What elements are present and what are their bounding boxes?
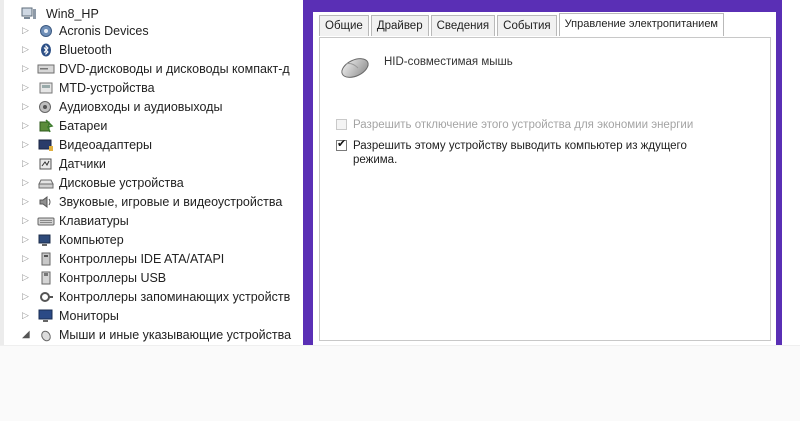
tree-item-label: Контроллеры запоминающих устройств	[59, 289, 291, 304]
expand-arrow-icon[interactable]: ▷	[22, 40, 31, 59]
audio-io-icon	[37, 100, 55, 114]
disk-drive-icon	[37, 176, 55, 190]
tree-item-dvd[interactable]: ▷ DVD-дисководы и дисководы компакт-д	[22, 59, 290, 78]
expand-arrow-icon[interactable]: ▷	[22, 97, 31, 116]
tree-item-label: Аудиовходы и аудиовыходы	[59, 99, 223, 114]
expand-arrow-icon[interactable]: ▷	[22, 154, 31, 173]
tree-item-batteries[interactable]: ▷ Батареи	[22, 116, 107, 135]
mtd-device-icon	[37, 81, 55, 95]
sound-device-icon	[37, 195, 55, 209]
keyboard-icon	[37, 214, 55, 228]
tree-item-ide-controllers[interactable]: ▷ Контроллеры IDE ATA/ATAPI	[22, 249, 224, 268]
computer-icon	[37, 233, 55, 247]
tree-item-label: Контроллеры IDE ATA/ATAPI	[59, 251, 225, 266]
usb-controller-icon	[37, 271, 55, 285]
tree-item-storage-controllers[interactable]: ▷ Контроллеры запоминающих устройств	[22, 287, 290, 306]
bluetooth-icon	[37, 43, 55, 57]
expand-arrow-icon[interactable]: ▷	[22, 287, 31, 306]
properties-dialog: Общие Драйвер Сведения События Управлени…	[313, 12, 776, 345]
checkmark-icon: ✔	[337, 138, 347, 150]
expand-arrow-icon[interactable]: ▷	[22, 116, 31, 135]
tree-item-usb-controllers[interactable]: ▷ Контроллеры USB	[22, 268, 166, 287]
ide-controller-icon	[37, 252, 55, 266]
expand-arrow-icon[interactable]: ▷	[22, 230, 31, 249]
tree-item-acronis[interactable]: ▷ Acronis Devices	[22, 21, 149, 40]
device-tree: Win8_HP ▷ Acronis Devices ▷ Bluetooth ▷ …	[0, 0, 302, 345]
allow-power-off-label: Разрешить отключение этого устройства дл…	[353, 119, 694, 131]
tree-item-monitors[interactable]: ▷ Мониторы	[22, 306, 119, 325]
expand-arrow-icon[interactable]: ▷	[22, 78, 31, 97]
video-adapter-icon	[37, 138, 55, 152]
device-name: HID-совместимая мышь	[384, 56, 513, 68]
tree-item-label: Контроллеры USB	[59, 270, 167, 285]
expand-arrow-icon[interactable]: ▷	[22, 211, 31, 230]
tree-item-label: Мониторы	[59, 308, 119, 323]
tree-item-label: Датчики	[59, 156, 106, 171]
tab-details[interactable]: Сведения	[430, 15, 496, 36]
tree-item-label: Мыши и иные указывающие устройства	[59, 327, 292, 342]
acronis-icon	[37, 24, 55, 38]
allow-power-off-option: Разрешить отключение этого устройства дл…	[336, 118, 733, 132]
tree-item-video-adapters[interactable]: ▷ Видеоадаптеры	[22, 135, 152, 154]
tree-item-mtd[interactable]: ▷ MTD-устройства	[22, 78, 155, 97]
tree-item-audio-io[interactable]: ▷ Аудиовходы и аудиовыходы	[22, 97, 222, 116]
expand-arrow-icon[interactable]: ▷	[22, 135, 31, 154]
allow-wake-checkbox[interactable]: ✔	[336, 138, 347, 151]
tab-driver[interactable]: Драйвер	[370, 15, 429, 36]
expand-arrow-icon[interactable]: ▷	[22, 306, 31, 325]
expand-arrow-icon[interactable]: ▷	[22, 59, 31, 78]
tree-item-sound-devices[interactable]: ▷ Звуковые, игровые и видеоустройства	[22, 192, 282, 211]
monitor-icon	[37, 309, 55, 323]
tab-general[interactable]: Общие	[319, 15, 369, 36]
tree-item-label: Компьютер	[59, 232, 124, 247]
tree-item-bluetooth[interactable]: ▷ Bluetooth	[22, 40, 112, 59]
allow-power-off-checkbox[interactable]	[336, 119, 347, 130]
dvd-drive-icon	[37, 62, 55, 76]
mouse-icon	[37, 328, 55, 342]
tree-item-label: DVD-дисководы и дисководы компакт-д	[59, 61, 290, 76]
storage-controller-icon	[37, 290, 55, 304]
battery-icon	[37, 118, 55, 133]
tree-item-disk-drives[interactable]: ▷ Дисковые устройства	[22, 173, 184, 192]
tab-strip: Общие Драйвер Сведения События Управлени…	[319, 13, 726, 37]
tree-item-sensors[interactable]: ▷ Датчики	[22, 154, 106, 173]
tree-item-label: Батареи	[59, 118, 108, 133]
expand-arrow-icon[interactable]: ▷	[22, 173, 31, 192]
status-area	[0, 345, 800, 421]
tree-root-label: Win8_HP	[46, 6, 99, 21]
tab-panel-power-management: HID-совместимая мышь Разрешить отключени…	[319, 37, 771, 341]
expand-arrow-icon[interactable]: ▷	[22, 249, 31, 268]
tree-item-mice[interactable]: ◢ Мыши и иные указывающие устройства	[22, 325, 291, 344]
tree-item-label: Дисковые устройства	[59, 175, 184, 190]
expand-arrow-icon[interactable]: ▷	[22, 21, 31, 40]
tree-item-label: Звуковые, игровые и видеоустройства	[59, 194, 283, 209]
expand-arrow-icon[interactable]: ▷	[22, 268, 31, 287]
tree-item-label: MTD-устройства	[59, 80, 155, 95]
collapse-arrow-icon[interactable]: ◢	[22, 325, 31, 344]
tab-power-management[interactable]: Управление электропитанием	[558, 13, 724, 36]
tree-item-label: Видеоадаптеры	[59, 137, 152, 152]
tree-item-keyboards[interactable]: ▷ Клавиатуры	[22, 211, 129, 230]
tab-events[interactable]: События	[497, 15, 557, 36]
computer-icon	[20, 7, 38, 21]
tree-item-computer[interactable]: ▷ Компьютер	[22, 230, 124, 249]
mouse-icon	[338, 52, 372, 82]
tree-item-label: Клавиатуры	[59, 213, 129, 228]
expand-arrow-icon[interactable]: ▷	[22, 192, 31, 211]
allow-wake-label: Разрешить этому устройству выводить комп…	[353, 140, 687, 166]
allow-wake-option: ✔ Разрешить этому устройству выводить ко…	[336, 138, 733, 167]
tree-item-label: Bluetooth	[59, 42, 112, 57]
sensor-icon	[37, 157, 55, 171]
tree-item-label: Acronis Devices	[59, 23, 149, 38]
